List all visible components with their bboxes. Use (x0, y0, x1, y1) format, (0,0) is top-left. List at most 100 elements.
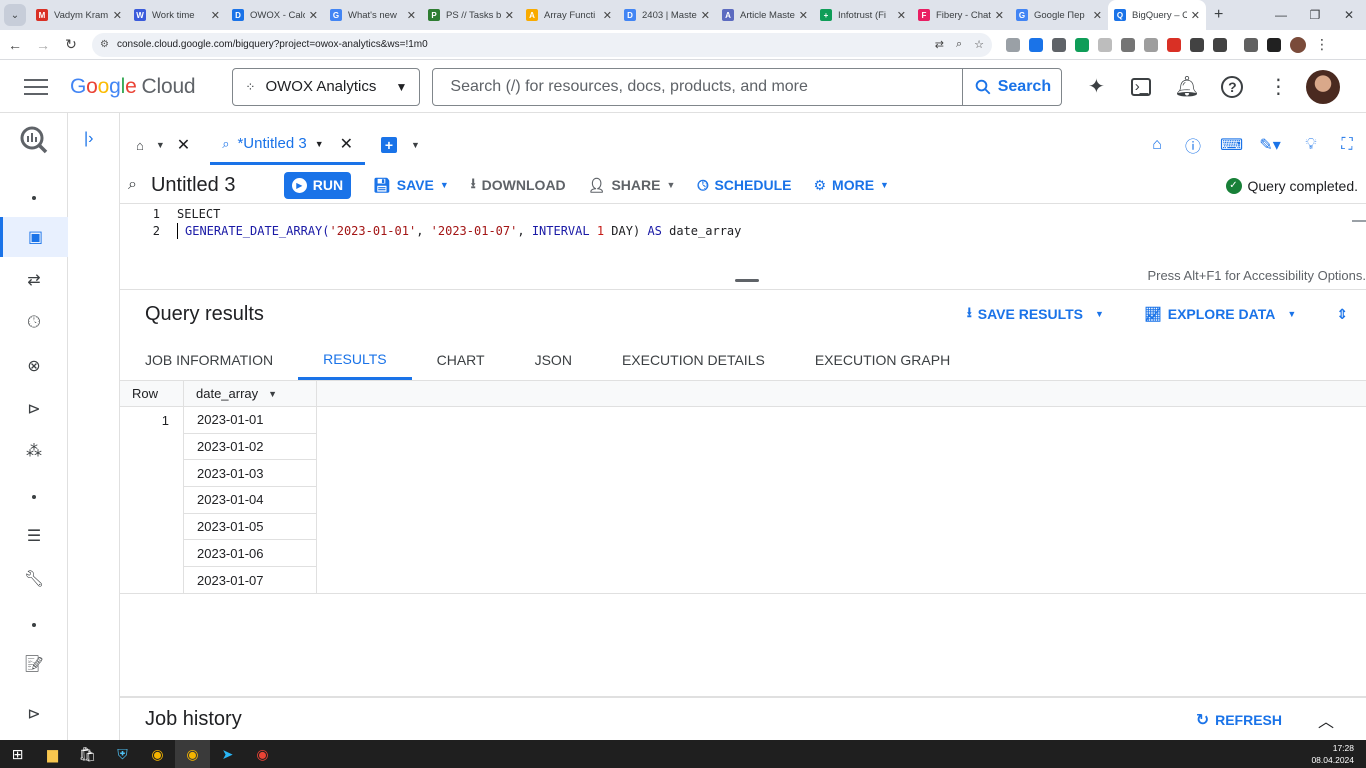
extension-icon[interactable] (1052, 37, 1066, 52)
google-cloud-logo[interactable]: Google Cloud (70, 75, 196, 99)
tab-execution-details[interactable]: EXECUTION DETAILS (597, 340, 790, 380)
table-cell[interactable]: 2023-01-02 (184, 434, 316, 461)
browser-tab[interactable]: D OWOX - Calc ✕ (226, 0, 324, 30)
close-tab-icon[interactable]: ✕ (995, 9, 1004, 22)
extension-icon[interactable] (1144, 37, 1158, 52)
browser-menu-icon[interactable]: ⋮ (1315, 36, 1329, 53)
column-header-date-array[interactable]: date_array ▼ (184, 381, 317, 406)
main-menu-icon[interactable] (24, 78, 48, 95)
extensions-puzzle-icon[interactable] (1213, 37, 1227, 52)
extension-icon[interactable] (1098, 37, 1112, 52)
sidebar-item-transfers[interactable]: ⇄ (0, 260, 68, 300)
tab-json[interactable]: JSON (510, 340, 597, 380)
store-icon[interactable]: 🛍︎ (70, 740, 105, 768)
bigquery-logo-icon[interactable] (0, 118, 68, 162)
close-tab-icon[interactable]: ✕ (309, 9, 318, 22)
magic-wand-icon[interactable]: ✎▾ (1256, 135, 1284, 155)
sql-editor[interactable]: 1 SELECT 2 GENERATE_DATE_ARRAY('2023-01-… (120, 205, 1366, 289)
table-cell[interactable]: 2023-01-07 (184, 567, 316, 594)
close-tab-icon[interactable]: ✕ (701, 9, 710, 22)
explore-data-button[interactable]: 📈︎ EXPLORE DATA ▼ (1144, 306, 1296, 323)
project-picker[interactable]: ⁘ OWOX Analytics ▼ (232, 67, 421, 106)
table-cell[interactable]: 2023-01-05 (184, 514, 316, 541)
user-avatar[interactable] (1306, 69, 1341, 104)
new-tab-button[interactable]: + (1214, 6, 1223, 24)
column-header-row[interactable]: Row (120, 381, 184, 406)
refresh-button[interactable]: ↻ REFRESH (1196, 710, 1282, 730)
back-icon[interactable]: ← (2, 32, 28, 58)
sidebar-item-release-notes[interactable]: 📝︎ (0, 644, 68, 684)
more-button[interactable]: ⚙ MORE ▼ (813, 177, 888, 194)
browser-tab[interactable]: W Work time ✕ (128, 0, 226, 30)
sidebar-item-studio[interactable]: ▣ (0, 217, 68, 257)
table-cell[interactable]: 2023-01-01 (184, 407, 316, 434)
tab-job-information[interactable]: JOB INFORMATION (120, 340, 298, 380)
help-icon[interactable]: ? (1221, 75, 1244, 98)
browser-tab[interactable]: A Article Maste ✕ (716, 0, 814, 30)
info-icon[interactable]: ⓘ (1184, 133, 1202, 157)
file-explorer-icon[interactable]: ▆ (35, 740, 70, 768)
browser-tab[interactable]: Q BigQuery – C ✕ (1108, 0, 1206, 30)
extension-icon[interactable] (1006, 37, 1020, 52)
chrome-icon[interactable]: ◉ (140, 740, 175, 768)
notifications-bell-icon[interactable]: 🔔︎ (1174, 74, 1199, 99)
more-options-icon[interactable]: ⋮ (1266, 74, 1290, 99)
chrome-icon[interactable]: ◉ (245, 740, 280, 768)
extension-icon[interactable] (1190, 37, 1204, 52)
tab-untitled-3[interactable]: ⌕ *Untitled 3 ▼ ✕ (210, 125, 366, 165)
share-button[interactable]: 👤︎ SHARE ▼ (588, 177, 676, 194)
close-tab-icon[interactable]: ✕ (897, 9, 906, 22)
fullscreen-icon[interactable]: ⛶ (1338, 136, 1356, 154)
sidebar-item-analytics-hub[interactable]: ⊗ (0, 346, 68, 386)
close-tab-icon[interactable]: ✕ (113, 9, 122, 22)
schedule-button[interactable]: 🕓︎ SCHEDULE (697, 177, 791, 194)
close-tab-icon[interactable]: ✕ (211, 9, 220, 22)
expand-collapse-icon[interactable]: ⇕ (1336, 306, 1348, 323)
browser-tab[interactable]: D 2403 | Maste ✕ (618, 0, 716, 30)
media-control-icon[interactable] (1244, 37, 1258, 52)
extension-icon[interactable] (1029, 37, 1043, 52)
expand-explorer-icon[interactable]: |› (84, 130, 93, 148)
sidebar-item-monitoring[interactable]: ☰ (0, 516, 68, 556)
tab-chart[interactable]: CHART (412, 340, 510, 380)
new-query-button[interactable]: + ▼ (381, 137, 420, 153)
chevron-down-icon[interactable]: ▼ (315, 139, 324, 149)
reload-icon[interactable]: ↻ (58, 32, 84, 58)
chevron-down-icon[interactable]: ▼ (156, 140, 165, 150)
bookmark-star-icon[interactable]: ☆ (974, 38, 984, 51)
sidebar-item-dataform[interactable]: ⊳ (0, 389, 68, 429)
run-button[interactable]: ▶ RUN (283, 171, 351, 199)
chrome-icon[interactable]: ◉ (175, 740, 210, 768)
close-tab-icon[interactable]: ✕ (407, 9, 416, 22)
lightbulb-icon[interactable]: 💡︎ (1302, 136, 1320, 154)
system-clock[interactable]: 17:28 08.04.2024 (1311, 742, 1354, 766)
extension-icon[interactable] (1121, 37, 1135, 52)
search-button[interactable]: Search (962, 68, 1061, 105)
forward-icon[interactable]: → (30, 32, 56, 58)
browser-tab[interactable]: G What's new ✕ (324, 0, 422, 30)
save-results-button[interactable]: ⭳ SAVE RESULTS ▼ (967, 302, 1104, 326)
tab-search-button[interactable]: ⌄ (4, 4, 26, 26)
close-tab-icon[interactable]: ✕ (603, 9, 612, 22)
chevron-down-icon[interactable]: ▼ (411, 140, 420, 150)
chevron-up-icon[interactable]: ︿ (1318, 708, 1334, 732)
download-button[interactable]: ⭳ DOWNLOAD (471, 173, 566, 197)
sidebar-item-admin[interactable]: 🔧︎ (0, 559, 68, 599)
table-cell[interactable]: 2023-01-03 (184, 460, 316, 488)
home-icon[interactable]: ⌂ (1148, 136, 1166, 154)
defender-icon[interactable]: ⛨ (105, 740, 140, 768)
close-tab-icon[interactable]: ✕ (505, 9, 514, 22)
windows-start-icon[interactable]: ⊞ (0, 740, 35, 768)
tab-results[interactable]: RESULTS (298, 340, 412, 380)
expand-rail-icon[interactable]: ⊳ (0, 694, 68, 734)
table-cell[interactable]: 2023-01-06 (184, 540, 316, 568)
browser-tab[interactable]: + Infotrust (Fi ✕ (814, 0, 912, 30)
close-tab-icon[interactable]: ✕ (1191, 9, 1200, 22)
search-input[interactable] (433, 68, 963, 105)
translate-icon[interactable]: ⇄ (935, 38, 944, 51)
close-tab-icon[interactable]: ✕ (177, 135, 190, 155)
cloud-shell-icon[interactable]: ›_ (1131, 77, 1152, 96)
side-panel-icon[interactable] (1267, 37, 1281, 52)
zoom-icon[interactable]: ⌕ (956, 38, 962, 51)
browser-tab[interactable]: F Fibery - Chat ✕ (912, 0, 1010, 30)
